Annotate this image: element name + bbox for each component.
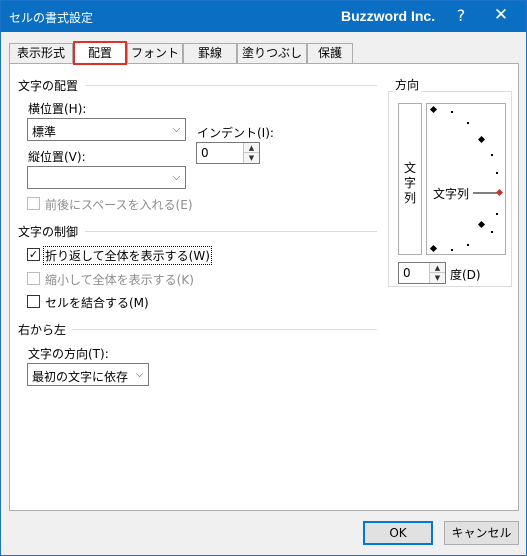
title-bar[interactable]: セルの書式設定 Buzzword Inc. ? ✕ <box>1 1 526 32</box>
chevron-down-icon: ⌵ <box>167 119 185 140</box>
tab-font[interactable]: フォント <box>127 43 183 64</box>
wrap-text-checkbox[interactable]: ✓ <box>27 248 40 261</box>
spin-down-icon[interactable]: ▼ <box>244 153 259 163</box>
brand-label: Buzzword Inc. <box>341 8 436 24</box>
tab-alignment[interactable]: 配置 <box>73 41 127 65</box>
spin-up-icon[interactable]: ▲ <box>244 143 259 153</box>
orientation-heading: 方向 <box>393 76 422 93</box>
tab-strip: 表示形式 配置 フォント 罫線 塗りつぶし 保護 <box>9 41 519 65</box>
indent-spinner[interactable]: 0 ▲ ▼ <box>196 142 260 164</box>
tab-number[interactable]: 表示形式 <box>9 43 73 64</box>
shrink-to-fit-label: 縮小して全体を表示する(K) <box>45 273 194 287</box>
ok-button[interactable]: OK <box>363 521 433 545</box>
section-divider <box>72 329 377 330</box>
section-divider <box>85 85 377 86</box>
close-icon[interactable]: ✕ <box>489 5 513 25</box>
section-divider <box>85 231 377 232</box>
right-to-left-heading: 右から左 <box>18 323 67 337</box>
degrees-value: 0 <box>403 266 411 280</box>
horizontal-label: 横位置(H): <box>28 102 87 116</box>
vertical-label: 縦位置(V): <box>28 150 86 164</box>
dialog-title: セルの書式設定 <box>9 11 94 25</box>
tab-fill[interactable]: 塗りつぶし <box>237 43 307 64</box>
vertical-text-button[interactable]: 文 字 列 <box>398 103 422 255</box>
horizontal-select-value: 標準 <box>32 125 57 139</box>
tab-protection[interactable]: 保護 <box>307 43 353 64</box>
justify-distributed-checkbox[interactable] <box>27 197 40 210</box>
degrees-spinner-buttons: ▲ ▼ <box>429 263 445 283</box>
tab-border[interactable]: 罫線 <box>183 43 237 64</box>
format-cells-dialog: セルの書式設定 Buzzword Inc. ? ✕ 表示形式 配置 フォント 罫… <box>0 0 527 556</box>
indent-spinner-buttons: ▲ ▼ <box>243 143 259 163</box>
horizontal-select[interactable]: 標準 ⌵ <box>27 118 186 141</box>
merge-cells-checkbox[interactable] <box>27 295 40 308</box>
wrap-text-label: 折り返して全体を表示する(W) <box>43 246 212 265</box>
merge-cells-label: セルを結合する(M) <box>45 296 149 310</box>
spin-up-icon[interactable]: ▲ <box>430 263 445 273</box>
text-direction-select[interactable]: 最初の文字に依存 ⌵ <box>27 363 149 386</box>
chevron-down-icon: ⌵ <box>130 364 148 385</box>
chevron-down-icon: ⌵ <box>167 167 185 188</box>
spin-down-icon[interactable]: ▼ <box>430 273 445 283</box>
text-direction-value: 最初の文字に依存 <box>32 370 129 384</box>
justify-distributed-label: 前後にスペースを入れる(E) <box>45 198 193 212</box>
text-alignment-heading: 文字の配置 <box>18 79 79 93</box>
orientation-group: 文 字 列 文字列 0 ▲ ▼ 度(D) <box>388 91 512 287</box>
degrees-label: 度(D) <box>450 268 481 282</box>
help-icon[interactable]: ? <box>453 6 469 25</box>
orientation-dial-marks <box>429 105 504 253</box>
indent-value: 0 <box>201 146 209 160</box>
dial-text: 文字列 <box>433 187 470 201</box>
indent-label: インデント(I): <box>197 126 274 140</box>
text-control-heading: 文字の制御 <box>18 225 79 239</box>
orientation-dial[interactable]: 文字列 <box>426 103 506 255</box>
degrees-spinner[interactable]: 0 ▲ ▼ <box>398 262 446 284</box>
vertical-select[interactable]: ⌵ <box>27 166 186 189</box>
shrink-to-fit-checkbox[interactable] <box>27 272 40 285</box>
text-direction-label: 文字の方向(T): <box>28 347 109 361</box>
alignment-panel: 文字の配置 横位置(H): 標準 ⌵ インデント(I): 0 ▲ ▼ 縦位置(V… <box>9 63 519 511</box>
cancel-button[interactable]: キャンセル <box>444 521 519 545</box>
vertical-text-char: 列 <box>404 191 417 205</box>
